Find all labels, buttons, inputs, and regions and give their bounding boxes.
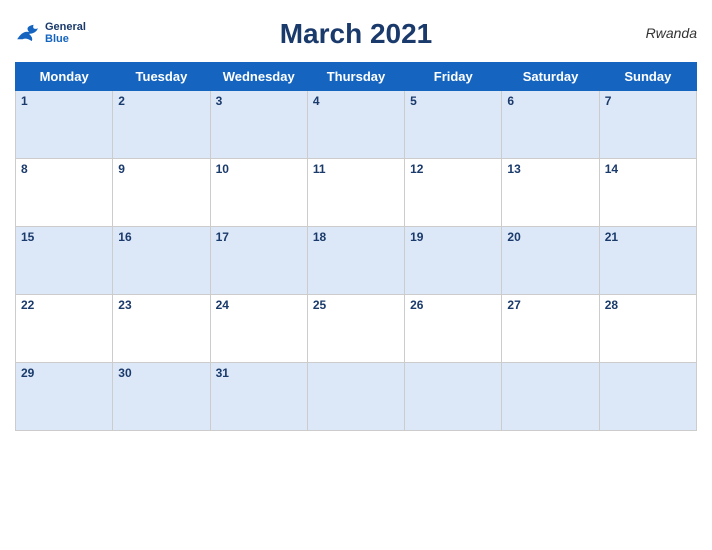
calendar-day-cell: 4 bbox=[307, 91, 404, 159]
day-number: 17 bbox=[216, 230, 229, 244]
calendar-day-cell: 9 bbox=[113, 159, 210, 227]
day-number: 21 bbox=[605, 230, 618, 244]
calendar-day-cell bbox=[502, 363, 599, 431]
calendar-day-cell: 23 bbox=[113, 295, 210, 363]
logo-blue-text: Blue bbox=[45, 33, 86, 45]
calendar-day-cell: 12 bbox=[405, 159, 502, 227]
calendar-day-cell: 8 bbox=[16, 159, 113, 227]
day-number: 5 bbox=[410, 94, 417, 108]
calendar-day-cell: 5 bbox=[405, 91, 502, 159]
day-number: 11 bbox=[313, 162, 326, 176]
day-number: 14 bbox=[605, 162, 618, 176]
calendar-day-cell: 30 bbox=[113, 363, 210, 431]
calendar-day-cell: 6 bbox=[502, 91, 599, 159]
calendar-day-cell: 3 bbox=[210, 91, 307, 159]
day-number: 1 bbox=[21, 94, 28, 108]
calendar-title: March 2021 bbox=[280, 18, 433, 50]
calendar-day-cell: 13 bbox=[502, 159, 599, 227]
country-label: Rwanda bbox=[646, 25, 697, 41]
day-number: 23 bbox=[118, 298, 131, 312]
day-number: 9 bbox=[118, 162, 125, 176]
weekday-tuesday: Tuesday bbox=[113, 63, 210, 91]
day-number: 24 bbox=[216, 298, 229, 312]
day-number: 10 bbox=[216, 162, 229, 176]
calendar-day-cell: 1 bbox=[16, 91, 113, 159]
calendar-day-cell: 16 bbox=[113, 227, 210, 295]
calendar-day-cell: 17 bbox=[210, 227, 307, 295]
day-number: 20 bbox=[507, 230, 520, 244]
calendar-day-cell: 26 bbox=[405, 295, 502, 363]
weekday-sunday: Sunday bbox=[599, 63, 696, 91]
calendar-day-cell: 19 bbox=[405, 227, 502, 295]
calendar-day-cell: 29 bbox=[16, 363, 113, 431]
calendar-day-cell bbox=[307, 363, 404, 431]
calendar-day-cell: 7 bbox=[599, 91, 696, 159]
day-number: 28 bbox=[605, 298, 618, 312]
day-number: 22 bbox=[21, 298, 34, 312]
calendar-day-cell: 25 bbox=[307, 295, 404, 363]
day-number: 15 bbox=[21, 230, 34, 244]
day-number: 18 bbox=[313, 230, 326, 244]
calendar-week-row: 8 9 10 11 12 13 14 bbox=[16, 159, 697, 227]
logo-general-text: General bbox=[45, 21, 86, 33]
weekday-friday: Friday bbox=[405, 63, 502, 91]
day-number: 19 bbox=[410, 230, 423, 244]
calendar-day-cell: 27 bbox=[502, 295, 599, 363]
day-number: 29 bbox=[21, 366, 34, 380]
calendar-day-cell: 22 bbox=[16, 295, 113, 363]
day-number: 8 bbox=[21, 162, 28, 176]
calendar-day-cell: 14 bbox=[599, 159, 696, 227]
calendar-header: General Blue March 2021 Rwanda bbox=[15, 10, 697, 56]
calendar-day-cell: 20 bbox=[502, 227, 599, 295]
calendar-day-cell: 11 bbox=[307, 159, 404, 227]
weekday-header-row: Monday Tuesday Wednesday Thursday Friday… bbox=[16, 63, 697, 91]
day-number: 31 bbox=[216, 366, 229, 380]
calendar-day-cell: 24 bbox=[210, 295, 307, 363]
calendar-day-cell: 10 bbox=[210, 159, 307, 227]
day-number: 6 bbox=[507, 94, 514, 108]
calendar-day-cell bbox=[599, 363, 696, 431]
calendar-week-row: 1 2 3 4 5 6 7 bbox=[16, 91, 697, 159]
calendar-container: General Blue March 2021 Rwanda Monday Tu… bbox=[0, 0, 712, 550]
logo-area: General Blue bbox=[15, 21, 86, 45]
logo-bird-icon bbox=[15, 23, 43, 43]
day-number: 26 bbox=[410, 298, 423, 312]
calendar-day-cell bbox=[405, 363, 502, 431]
day-number: 2 bbox=[118, 94, 125, 108]
calendar-day-cell: 28 bbox=[599, 295, 696, 363]
day-number: 7 bbox=[605, 94, 612, 108]
calendar-day-cell: 21 bbox=[599, 227, 696, 295]
weekday-saturday: Saturday bbox=[502, 63, 599, 91]
day-number: 12 bbox=[410, 162, 423, 176]
day-number: 13 bbox=[507, 162, 520, 176]
calendar-week-row: 29 30 31 bbox=[16, 363, 697, 431]
calendar-table: Monday Tuesday Wednesday Thursday Friday… bbox=[15, 62, 697, 431]
calendar-week-row: 15 16 17 18 19 20 21 bbox=[16, 227, 697, 295]
day-number: 4 bbox=[313, 94, 320, 108]
day-number: 16 bbox=[118, 230, 131, 244]
day-number: 3 bbox=[216, 94, 223, 108]
day-number: 30 bbox=[118, 366, 131, 380]
weekday-monday: Monday bbox=[16, 63, 113, 91]
day-number: 25 bbox=[313, 298, 326, 312]
weekday-thursday: Thursday bbox=[307, 63, 404, 91]
day-number: 27 bbox=[507, 298, 520, 312]
calendar-day-cell: 18 bbox=[307, 227, 404, 295]
calendar-body: 1234567891011121314151617181920212223242… bbox=[16, 91, 697, 431]
calendar-day-cell: 2 bbox=[113, 91, 210, 159]
calendar-day-cell: 15 bbox=[16, 227, 113, 295]
calendar-day-cell: 31 bbox=[210, 363, 307, 431]
calendar-week-row: 22 23 24 25 26 27 28 bbox=[16, 295, 697, 363]
weekday-wednesday: Wednesday bbox=[210, 63, 307, 91]
